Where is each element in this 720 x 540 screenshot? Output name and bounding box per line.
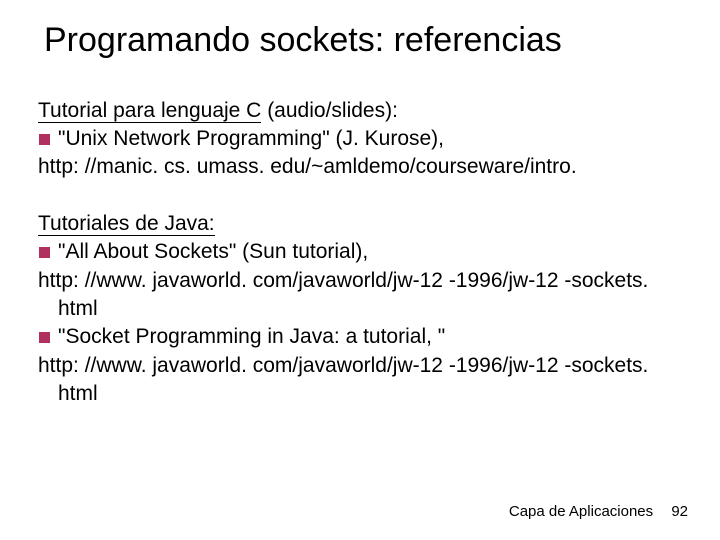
bullet-square-icon [39, 134, 50, 145]
section-heading-underlined: Tutoriales de Java: [38, 212, 215, 236]
bullet-item: "Socket Programming in Java: a tutorial,… [38, 323, 682, 351]
section-heading-underlined: Tutorial para lenguaje C [38, 99, 261, 123]
section-c-tutorial: Tutorial para lenguaje C (audio/slides):… [38, 97, 682, 182]
bullet-item: "Unix Network Programming" (J. Kurose), [38, 125, 682, 153]
url-line: http: //www. javaworld. com/javaworld/jw… [38, 267, 682, 324]
slide-footer: Capa de Aplicaciones 92 [509, 503, 688, 520]
bullet-text: "All About Sockets" (Sun tutorial), [58, 238, 682, 266]
bullet-square-icon [39, 332, 50, 343]
section-java-tutorials: Tutoriales de Java: "All About Sockets" … [38, 210, 682, 408]
slide: Programando sockets: referencias Tutoria… [0, 0, 720, 540]
bullet-text: "Socket Programming in Java: a tutorial,… [58, 323, 682, 351]
section-heading-line: Tutorial para lenguaje C (audio/slides): [38, 97, 682, 125]
url-line: http: //manic. cs. umass. edu/~amldemo/c… [38, 153, 682, 181]
bullet-text: "Unix Network Programming" (J. Kurose), [58, 125, 682, 153]
footer-page-number: 92 [671, 503, 688, 520]
footer-label: Capa de Aplicaciones [509, 503, 653, 520]
bullet-item: "All About Sockets" (Sun tutorial), [38, 238, 682, 266]
section-heading-line: Tutoriales de Java: [38, 210, 682, 238]
slide-title: Programando sockets: referencias [44, 20, 682, 61]
bullet-square-icon [39, 247, 50, 258]
url-line: http: //www. javaworld. com/javaworld/jw… [38, 352, 682, 409]
section-heading-suffix: (audio/slides): [261, 99, 398, 122]
